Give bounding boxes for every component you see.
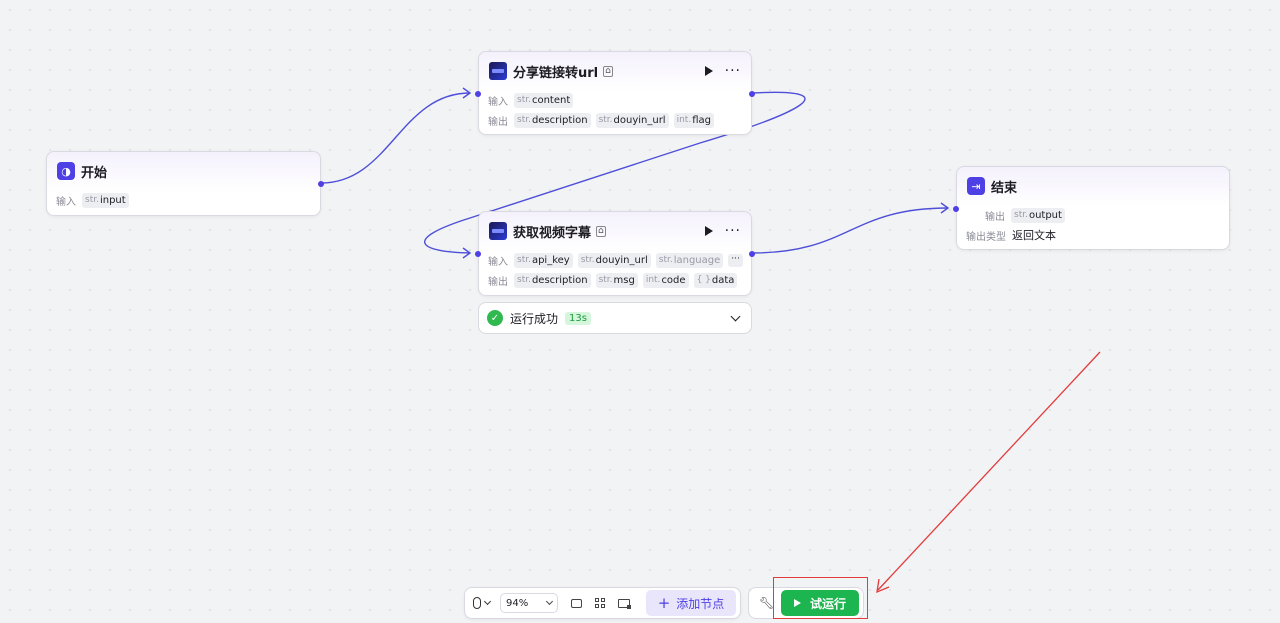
store-icon: ⌂ [603, 65, 613, 77]
share-link-node[interactable]: 分享链接转url ⌂ ··· 输入 str. content 输出 str. des… [475, 51, 755, 135]
run-node-icon[interactable] [704, 226, 713, 236]
edge-subtitle-to-end [751, 207, 949, 254]
plugin-icon [489, 62, 507, 80]
start-node-header: ◑ 开始 [47, 152, 320, 190]
output-type-label: 输出类型 [966, 231, 1006, 243]
share-link-node-header: 分享链接转url ⌂ ··· [479, 52, 751, 90]
run-result-text: 运行成功 [510, 311, 559, 326]
edge-start-to-share-link [320, 92, 471, 184]
subtitle-input-port[interactable] [475, 251, 481, 257]
run-time-badge: 13s [565, 311, 591, 325]
input-label: 输入 [56, 196, 76, 208]
run-result-bar[interactable]: ✓ 运行成功 13s [478, 302, 752, 334]
plugin-icon [489, 222, 507, 240]
end-node-title: 结束 [991, 180, 1018, 196]
zoom-select[interactable]: 94% [500, 593, 558, 613]
param-code: int. code [642, 272, 689, 288]
end-output-row: 输出 str. output [957, 205, 1229, 225]
output-label: 输出 [488, 116, 508, 128]
start-icon: ◑ [57, 162, 75, 180]
output-label: 输出 [488, 276, 508, 288]
more-params-button[interactable]: ··· [728, 253, 743, 267]
run-node-icon[interactable] [704, 66, 713, 76]
input-label: 输入 [488, 96, 508, 108]
start-input-row: 输入 str. input [47, 190, 320, 210]
param-input: str. input [82, 192, 129, 208]
layout-grid-icon [595, 598, 605, 608]
param-output: str. output [1011, 207, 1065, 223]
start-output-port[interactable] [318, 181, 324, 187]
end-node-header: ⇥ 结束 [957, 167, 1229, 205]
param-flag: int. flag [673, 112, 714, 128]
param-content: str. content [514, 92, 574, 108]
start-node-title: 开始 [81, 165, 108, 181]
param-description: str. description [514, 272, 591, 288]
subtitle-input-row: 输入 str. api_key str. douyin_url str. langua… [479, 250, 751, 270]
minimap-icon [618, 598, 631, 609]
param-douyin-url: str. douyin_url [577, 252, 651, 268]
param-data: { } data [693, 272, 738, 288]
start-node[interactable]: ◑ 开始 输入 str. input [46, 151, 324, 216]
subtitle-node-header: 获取视频字幕 ⌂ ··· [479, 212, 751, 250]
mouse-icon [473, 597, 481, 609]
comment-button[interactable] [564, 591, 588, 615]
check-circle-icon: ✓ [487, 310, 503, 326]
comment-icon [570, 598, 582, 608]
canvas-toolbar: 94% + 添加节点 [464, 587, 741, 619]
add-node-label: 添加节点 [676, 596, 725, 611]
subtitle-node[interactable]: 获取视频字幕 ⌂ ··· 输入 str. api_key str. douyin_u… [475, 211, 755, 296]
param-language: str. language [655, 252, 724, 268]
plus-icon: + [657, 594, 671, 612]
add-node-button[interactable]: + 添加节点 [646, 590, 736, 616]
edge-arrowhead-subtitle [462, 247, 472, 259]
subtitle-output-row: 输出 str. description str. msg int. code { } d… [479, 270, 751, 290]
zoom-value: 94% [506, 597, 529, 609]
subtitle-node-title: 获取视频字幕 [513, 225, 592, 241]
input-label: 输入 [488, 256, 508, 268]
annotation-highlight-box [773, 577, 868, 619]
chevron-down-icon [545, 597, 554, 606]
auto-layout-button[interactable] [588, 591, 612, 615]
edge-arrowhead-end [940, 202, 950, 214]
param-douyin-url: str. douyin_url [595, 112, 669, 128]
share-link-output-row: 输出 str. description str. douyin_url int. fl… [479, 110, 751, 130]
more-icon[interactable]: ··· [725, 64, 741, 78]
param-description: str. description [514, 112, 591, 128]
chevron-down-icon[interactable] [730, 311, 741, 321]
share-link-node-title: 分享链接转url [513, 65, 599, 81]
edge-arrowhead-share-link [462, 87, 472, 99]
store-icon: ⌂ [596, 225, 606, 237]
annotation-arrow-line [877, 351, 1101, 591]
chevron-down-icon [483, 597, 492, 606]
annotation-arrowhead [876, 578, 890, 594]
more-icon[interactable]: ··· [725, 224, 741, 238]
wrench-icon[interactable]: 🔧︎ [759, 596, 774, 610]
end-output-type-row: 输出类型 返回文本 [957, 225, 1229, 245]
end-node[interactable]: ⇥ 结束 输出 str. output 输出类型 返回文本 [953, 166, 1230, 250]
param-msg: str. msg [595, 272, 638, 288]
interaction-mode-button[interactable] [469, 591, 494, 615]
output-type-value: 返回文本 [1012, 229, 1056, 242]
subtitle-output-port[interactable] [749, 251, 755, 257]
share-link-output-port[interactable] [749, 91, 755, 97]
minimap-button[interactable] [612, 591, 636, 615]
param-api-key: str. api_key [514, 252, 573, 268]
share-link-input-port[interactable] [475, 91, 481, 97]
output-label: 输出 [985, 211, 1005, 223]
end-icon: ⇥ [967, 177, 985, 195]
end-input-port[interactable] [953, 206, 959, 212]
share-link-input-row: 输入 str. content [479, 90, 751, 110]
